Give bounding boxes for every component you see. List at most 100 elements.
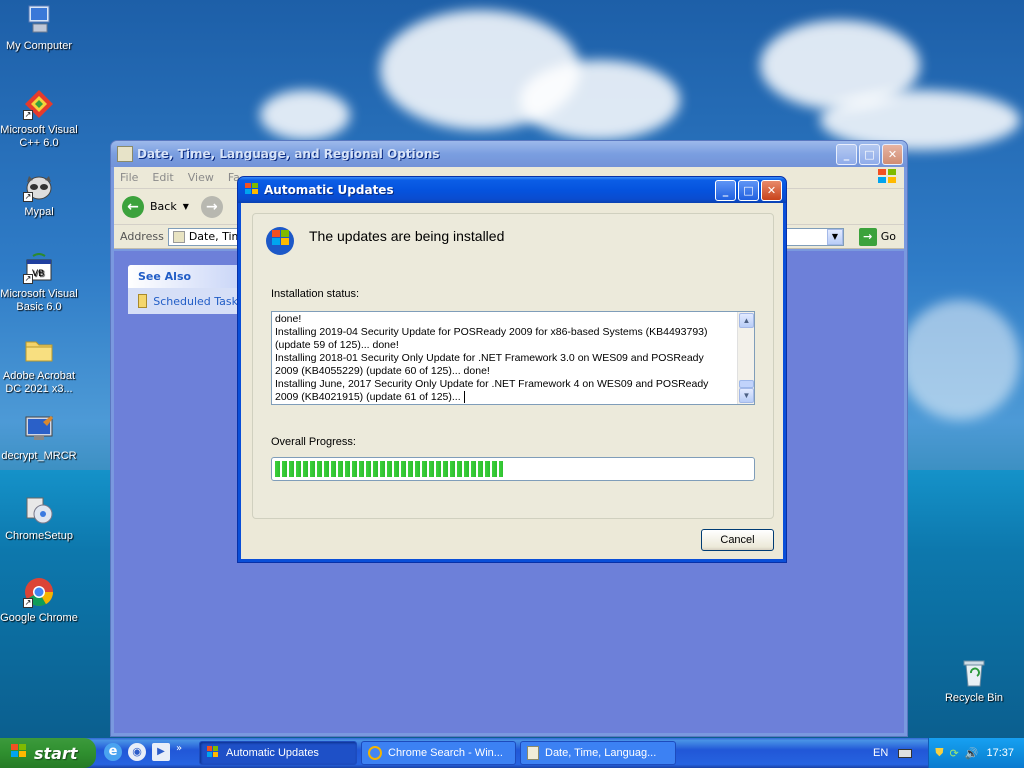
task-chrome-icon: [368, 746, 382, 760]
task-chrome-search[interactable]: Chrome Search - Win...: [361, 741, 516, 765]
desktop-icon-visual-basic[interactable]: VB ↗ Microsoft Visual Basic 6.0: [0, 252, 79, 314]
minimize-button[interactable]: _: [836, 143, 857, 165]
scheduled-tasks-icon: [138, 294, 148, 308]
installation-log[interactable]: done! Installing 2019-04 Security Update…: [271, 311, 755, 405]
desktop-icon-my-computer[interactable]: My Computer: [0, 4, 79, 53]
cancel-button[interactable]: Cancel: [701, 529, 774, 551]
control-panel-icon: [117, 146, 133, 162]
visual-basic-icon: VB ↗: [23, 252, 55, 284]
log-line: Installing 2018-01 Security Only Update …: [275, 352, 704, 364]
dialog-heading: The updates are being installed: [309, 228, 505, 244]
desktop-icon-decrypt[interactable]: decrypt_MRCR: [0, 414, 79, 463]
log-line: 2009 (KB4055229) (update 60 of 125)... d…: [275, 365, 490, 377]
log-line: Installing 2019-04 Security Update for P…: [275, 326, 708, 338]
keyboard-icon[interactable]: [898, 749, 912, 758]
dialog-title: Automatic Updates: [264, 183, 394, 197]
overall-progress-bar: [271, 457, 755, 481]
task-windows-update-icon: [206, 745, 220, 762]
explorer-title: Date, Time, Language, and Regional Optio…: [137, 147, 440, 161]
back-arrow-icon[interactable]: ←: [122, 195, 144, 218]
start-label: start: [34, 743, 78, 763]
desktop-icon-recycle-bin[interactable]: Recycle Bin: [934, 656, 1014, 705]
update-group-panel: The updates are being installed Installa…: [252, 213, 774, 519]
desktop-icon-label: ChromeSetup: [5, 530, 73, 542]
task-label: Chrome Search - Win...: [388, 747, 503, 759]
scroll-up-button[interactable]: ▲: [739, 313, 754, 328]
more-chevron-icon[interactable]: »: [176, 743, 182, 761]
windows-flag-icon: [10, 743, 28, 763]
go-arrow-icon: →: [858, 227, 877, 246]
desktop-icon-label: My Computer: [5, 40, 73, 52]
log-scrollbar[interactable]: ▲ ▼: [737, 312, 754, 404]
explorer-titlebar[interactable]: Date, Time, Language, and Regional Optio…: [111, 141, 907, 167]
setup-icon: [23, 494, 55, 526]
recycle-bin-icon: [958, 656, 990, 688]
see-also-item-label: Scheduled Task: [153, 294, 238, 308]
system-tray: ⛊ ⟳ 🔊 17:37: [928, 738, 1024, 768]
address-label: Address: [120, 230, 164, 243]
security-shield-icon[interactable]: ⛊: [935, 747, 943, 760]
desktop-icon-chrome-setup[interactable]: ChromeSetup: [0, 494, 79, 543]
menu-file[interactable]: File: [120, 171, 138, 184]
forward-arrow-icon[interactable]: →: [200, 195, 223, 218]
monitor-icon: [23, 414, 55, 446]
go-button[interactable]: → Go: [858, 227, 896, 246]
menu-view[interactable]: View: [188, 171, 214, 184]
desktop-icon-label: Microsoft Visual Basic 6.0: [0, 288, 78, 313]
dialog-close-button[interactable]: ✕: [761, 179, 782, 201]
clock[interactable]: 17:37: [986, 747, 1014, 759]
desktop-icon-label: Recycle Bin: [944, 692, 1004, 704]
desktop-icon-google-chrome[interactable]: ↗ Google Chrome: [0, 576, 79, 625]
installation-status-label: Installation status:: [271, 288, 360, 300]
see-also-item-scheduled-tasks[interactable]: Scheduled Task: [128, 288, 248, 314]
address-folder-icon: [172, 230, 185, 243]
task-date-time[interactable]: Date, Time, Languag...: [520, 741, 676, 765]
see-also-panel: See Also Scheduled Task: [128, 265, 248, 314]
windows-logo-icon: [876, 167, 898, 188]
desktop-icon-mypal[interactable]: ↗ Mypal: [0, 170, 79, 219]
windows-update-icon: [244, 181, 260, 200]
quick-launch: e ◉ ▶ »: [104, 743, 182, 761]
start-button[interactable]: start: [0, 738, 96, 768]
log-line: Installing June, 2017 Security Only Upda…: [275, 378, 709, 390]
desktop-icon-label: Mypal: [24, 206, 54, 218]
task-control-panel-icon: [527, 746, 539, 760]
language-indicator[interactable]: EN: [873, 747, 888, 759]
dialog-titlebar[interactable]: Automatic Updates _ □ ✕: [238, 177, 786, 203]
show-desktop-icon[interactable]: ▶: [152, 743, 170, 761]
update-tray-icon[interactable]: ⟳: [950, 747, 959, 760]
maximize-button[interactable]: □: [859, 143, 880, 165]
menu-edit[interactable]: Edit: [152, 171, 173, 184]
folder-icon: [23, 334, 55, 366]
scroll-down-button[interactable]: ▼: [739, 388, 754, 403]
log-line: 2009 (KB4021915) (update 61 of 125)...: [275, 391, 734, 404]
chrome-icon: ↗: [23, 576, 55, 608]
back-dropdown-icon[interactable]: ▼: [183, 202, 189, 211]
dialog-body: The updates are being installed Installa…: [241, 203, 783, 559]
visual-cpp-icon: ↗: [23, 88, 55, 120]
desktop-icon-label: Google Chrome: [0, 612, 78, 624]
taskbar: start e ◉ ▶ » Automatic Updates Chrome S…: [0, 738, 1024, 768]
volume-icon[interactable]: 🔊: [965, 747, 979, 760]
overall-progress-label: Overall Progress:: [271, 436, 356, 448]
see-also-heading[interactable]: See Also: [128, 265, 248, 288]
log-line: (update 59 of 125)... done!: [275, 339, 399, 351]
automatic-updates-dialog[interactable]: Automatic Updates _ □ ✕ The updates are …: [237, 176, 787, 563]
desktop-icon-adobe-folder[interactable]: Adobe Acrobat DC 2021 x3...: [0, 334, 79, 396]
svg-text:VB: VB: [32, 269, 44, 279]
text-cursor: [463, 391, 465, 403]
desktop-icon-visual-cpp[interactable]: ↗ Microsoft Visual C++ 6.0: [0, 88, 79, 150]
task-automatic-updates[interactable]: Automatic Updates: [199, 741, 357, 765]
scroll-thumb[interactable]: [739, 380, 754, 388]
desktop-icon-label: Microsoft Visual C++ 6.0: [0, 124, 78, 149]
back-button-label[interactable]: Back: [150, 200, 177, 213]
address-dropdown-button[interactable]: ▼: [827, 228, 843, 245]
close-button[interactable]: ✕: [882, 143, 903, 165]
log-line: done!: [275, 313, 302, 325]
desktop-icon-label: Adobe Acrobat DC 2021 x3...: [2, 370, 76, 395]
dialog-minimize-button[interactable]: _: [715, 179, 736, 201]
dialog-maximize-button[interactable]: □: [738, 179, 759, 201]
task-label: Automatic Updates: [226, 747, 319, 759]
media-player-icon[interactable]: ◉: [128, 743, 146, 761]
internet-explorer-icon[interactable]: e: [104, 743, 122, 761]
